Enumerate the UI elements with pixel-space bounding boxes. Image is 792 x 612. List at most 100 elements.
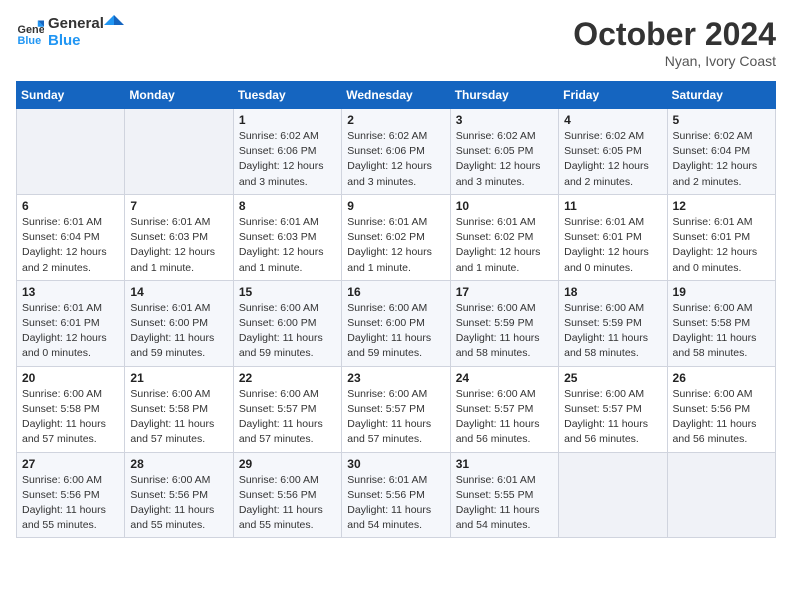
day-info: Sunrise: 6:00 AM Sunset: 5:58 PM Dayligh…: [22, 387, 119, 448]
day-info: Sunrise: 6:00 AM Sunset: 5:57 PM Dayligh…: [239, 387, 336, 448]
calendar-week-row: 13 Sunrise: 6:01 AM Sunset: 6:01 PM Dayli…: [17, 280, 776, 366]
calendar-cell: 23 Sunrise: 6:00 AM Sunset: 5:57 PM Dayli…: [342, 366, 450, 452]
day-number: 8: [239, 199, 336, 213]
day-info: Sunrise: 6:00 AM Sunset: 5:58 PM Dayligh…: [673, 301, 770, 362]
calendar-cell: 17 Sunrise: 6:00 AM Sunset: 5:59 PM Dayli…: [450, 280, 558, 366]
day-info: Sunrise: 6:00 AM Sunset: 5:56 PM Dayligh…: [22, 473, 119, 534]
day-info: Sunrise: 6:00 AM Sunset: 5:57 PM Dayligh…: [347, 387, 444, 448]
calendar-table: SundayMondayTuesdayWednesdayThursdayFrid…: [16, 81, 776, 538]
day-number: 12: [673, 199, 770, 213]
day-info: Sunrise: 6:00 AM Sunset: 6:00 PM Dayligh…: [347, 301, 444, 362]
calendar-cell: 24Sunrise: 6:00 AM Sunset: 5:57 PM Dayli…: [450, 366, 558, 452]
calendar-cell: 31 Sunrise: 6:01 AM Sunset: 5:55 PM Dayli…: [450, 452, 558, 538]
calendar-cell: 1 Sunrise: 6:02 AM Sunset: 6:06 PM Daylig…: [233, 109, 341, 195]
logo-text-blue: Blue: [48, 33, 104, 50]
day-number: 1: [239, 113, 336, 127]
day-number: 5: [673, 113, 770, 127]
day-number: 16: [347, 285, 444, 299]
page-header: General Blue General Blue October 2024 N…: [16, 16, 776, 69]
day-number: 29: [239, 457, 336, 471]
day-number: 13: [22, 285, 119, 299]
calendar-week-row: 1 Sunrise: 6:02 AM Sunset: 6:06 PM Daylig…: [17, 109, 776, 195]
weekday-header-sunday: Sunday: [17, 82, 125, 109]
day-number: 20: [22, 371, 119, 385]
day-number: 26: [673, 371, 770, 385]
day-info: Sunrise: 6:00 AM Sunset: 5:58 PM Dayligh…: [130, 387, 227, 448]
calendar-cell: 9 Sunrise: 6:01 AM Sunset: 6:02 PM Daylig…: [342, 194, 450, 280]
day-number: 19: [673, 285, 770, 299]
day-number: 10: [456, 199, 553, 213]
day-info: Sunrise: 6:01 AM Sunset: 6:03 PM Dayligh…: [239, 215, 336, 276]
calendar-cell: 4 Sunrise: 6:02 AM Sunset: 6:05 PM Daylig…: [559, 109, 667, 195]
day-number: 30: [347, 457, 444, 471]
day-info: Sunrise: 6:01 AM Sunset: 6:00 PM Dayligh…: [130, 301, 227, 362]
calendar-cell: 27 Sunrise: 6:00 AM Sunset: 5:56 PM Dayli…: [17, 452, 125, 538]
day-info: Sunrise: 6:01 AM Sunset: 6:01 PM Dayligh…: [564, 215, 661, 276]
day-number: 18: [564, 285, 661, 299]
day-info: Sunrise: 6:02 AM Sunset: 6:04 PM Dayligh…: [673, 129, 770, 190]
calendar-cell: 10Sunrise: 6:01 AM Sunset: 6:02 PM Dayli…: [450, 194, 558, 280]
calendar-cell: 12 Sunrise: 6:01 AM Sunset: 6:01 PM Dayli…: [667, 194, 775, 280]
svg-text:Blue: Blue: [18, 34, 42, 46]
day-number: 7: [130, 199, 227, 213]
day-info: Sunrise: 6:02 AM Sunset: 6:06 PM Dayligh…: [239, 129, 336, 190]
calendar-cell: 5 Sunrise: 6:02 AM Sunset: 6:04 PM Daylig…: [667, 109, 775, 195]
weekday-header-friday: Friday: [559, 82, 667, 109]
day-number: 2: [347, 113, 444, 127]
day-info: Sunrise: 6:01 AM Sunset: 6:02 PM Dayligh…: [347, 215, 444, 276]
calendar-cell: 19 Sunrise: 6:00 AM Sunset: 5:58 PM Dayli…: [667, 280, 775, 366]
day-number: 4: [564, 113, 661, 127]
day-info: Sunrise: 6:00 AM Sunset: 5:59 PM Dayligh…: [456, 301, 553, 362]
calendar-cell: 28Sunrise: 6:00 AM Sunset: 5:56 PM Dayli…: [125, 452, 233, 538]
weekday-header-row: SundayMondayTuesdayWednesdayThursdayFrid…: [17, 82, 776, 109]
location-subtitle: Nyan, Ivory Coast: [573, 53, 776, 69]
calendar-cell: [125, 109, 233, 195]
calendar-week-row: 27 Sunrise: 6:00 AM Sunset: 5:56 PM Dayli…: [17, 452, 776, 538]
day-info: Sunrise: 6:00 AM Sunset: 5:56 PM Dayligh…: [130, 473, 227, 534]
day-info: Sunrise: 6:00 AM Sunset: 5:56 PM Dayligh…: [239, 473, 336, 534]
day-info: Sunrise: 6:01 AM Sunset: 5:55 PM Dayligh…: [456, 473, 553, 534]
day-info: Sunrise: 6:02 AM Sunset: 6:06 PM Dayligh…: [347, 129, 444, 190]
logo-icon: General Blue: [16, 19, 44, 47]
day-info: Sunrise: 6:00 AM Sunset: 5:56 PM Dayligh…: [673, 387, 770, 448]
calendar-cell: 22 Sunrise: 6:00 AM Sunset: 5:57 PM Dayli…: [233, 366, 341, 452]
day-number: 22: [239, 371, 336, 385]
calendar-cell: 29 Sunrise: 6:00 AM Sunset: 5:56 PM Dayli…: [233, 452, 341, 538]
day-number: 17: [456, 285, 553, 299]
calendar-cell: 3Sunrise: 6:02 AM Sunset: 6:05 PM Daylig…: [450, 109, 558, 195]
day-info: Sunrise: 6:01 AM Sunset: 5:56 PM Dayligh…: [347, 473, 444, 534]
day-number: 15: [239, 285, 336, 299]
day-info: Sunrise: 6:00 AM Sunset: 5:59 PM Dayligh…: [564, 301, 661, 362]
day-number: 21: [130, 371, 227, 385]
calendar-cell: 2 Sunrise: 6:02 AM Sunset: 6:06 PM Daylig…: [342, 109, 450, 195]
calendar-cell: 18 Sunrise: 6:00 AM Sunset: 5:59 PM Dayli…: [559, 280, 667, 366]
calendar-cell: [667, 452, 775, 538]
weekday-header-monday: Monday: [125, 82, 233, 109]
day-info: Sunrise: 6:01 AM Sunset: 6:03 PM Dayligh…: [130, 215, 227, 276]
day-number: 27: [22, 457, 119, 471]
calendar-cell: 13 Sunrise: 6:01 AM Sunset: 6:01 PM Dayli…: [17, 280, 125, 366]
day-info: Sunrise: 6:00 AM Sunset: 5:57 PM Dayligh…: [456, 387, 553, 448]
weekday-header-wednesday: Wednesday: [342, 82, 450, 109]
day-info: Sunrise: 6:00 AM Sunset: 5:57 PM Dayligh…: [564, 387, 661, 448]
day-number: 14: [130, 285, 227, 299]
day-info: Sunrise: 6:01 AM Sunset: 6:01 PM Dayligh…: [673, 215, 770, 276]
calendar-cell: 8 Sunrise: 6:01 AM Sunset: 6:03 PM Daylig…: [233, 194, 341, 280]
calendar-header: SundayMondayTuesdayWednesdayThursdayFrid…: [17, 82, 776, 109]
calendar-cell: [559, 452, 667, 538]
calendar-cell: 14 Sunrise: 6:01 AM Sunset: 6:00 PM Dayli…: [125, 280, 233, 366]
calendar-cell: [17, 109, 125, 195]
calendar-cell: 25Sunrise: 6:00 AM Sunset: 5:57 PM Dayli…: [559, 366, 667, 452]
calendar-body: 1 Sunrise: 6:02 AM Sunset: 6:06 PM Daylig…: [17, 109, 776, 538]
day-number: 9: [347, 199, 444, 213]
calendar-title: October 2024: [573, 16, 776, 53]
day-info: Sunrise: 6:00 AM Sunset: 6:00 PM Dayligh…: [239, 301, 336, 362]
day-info: Sunrise: 6:01 AM Sunset: 6:01 PM Dayligh…: [22, 301, 119, 362]
day-number: 23: [347, 371, 444, 385]
day-number: 31: [456, 457, 553, 471]
logo-arrow-icon: [104, 15, 124, 35]
weekday-header-tuesday: Tuesday: [233, 82, 341, 109]
calendar-cell: 15 Sunrise: 6:00 AM Sunset: 6:00 PM Dayli…: [233, 280, 341, 366]
day-info: Sunrise: 6:02 AM Sunset: 6:05 PM Dayligh…: [564, 129, 661, 190]
title-block: October 2024 Nyan, Ivory Coast: [573, 16, 776, 69]
